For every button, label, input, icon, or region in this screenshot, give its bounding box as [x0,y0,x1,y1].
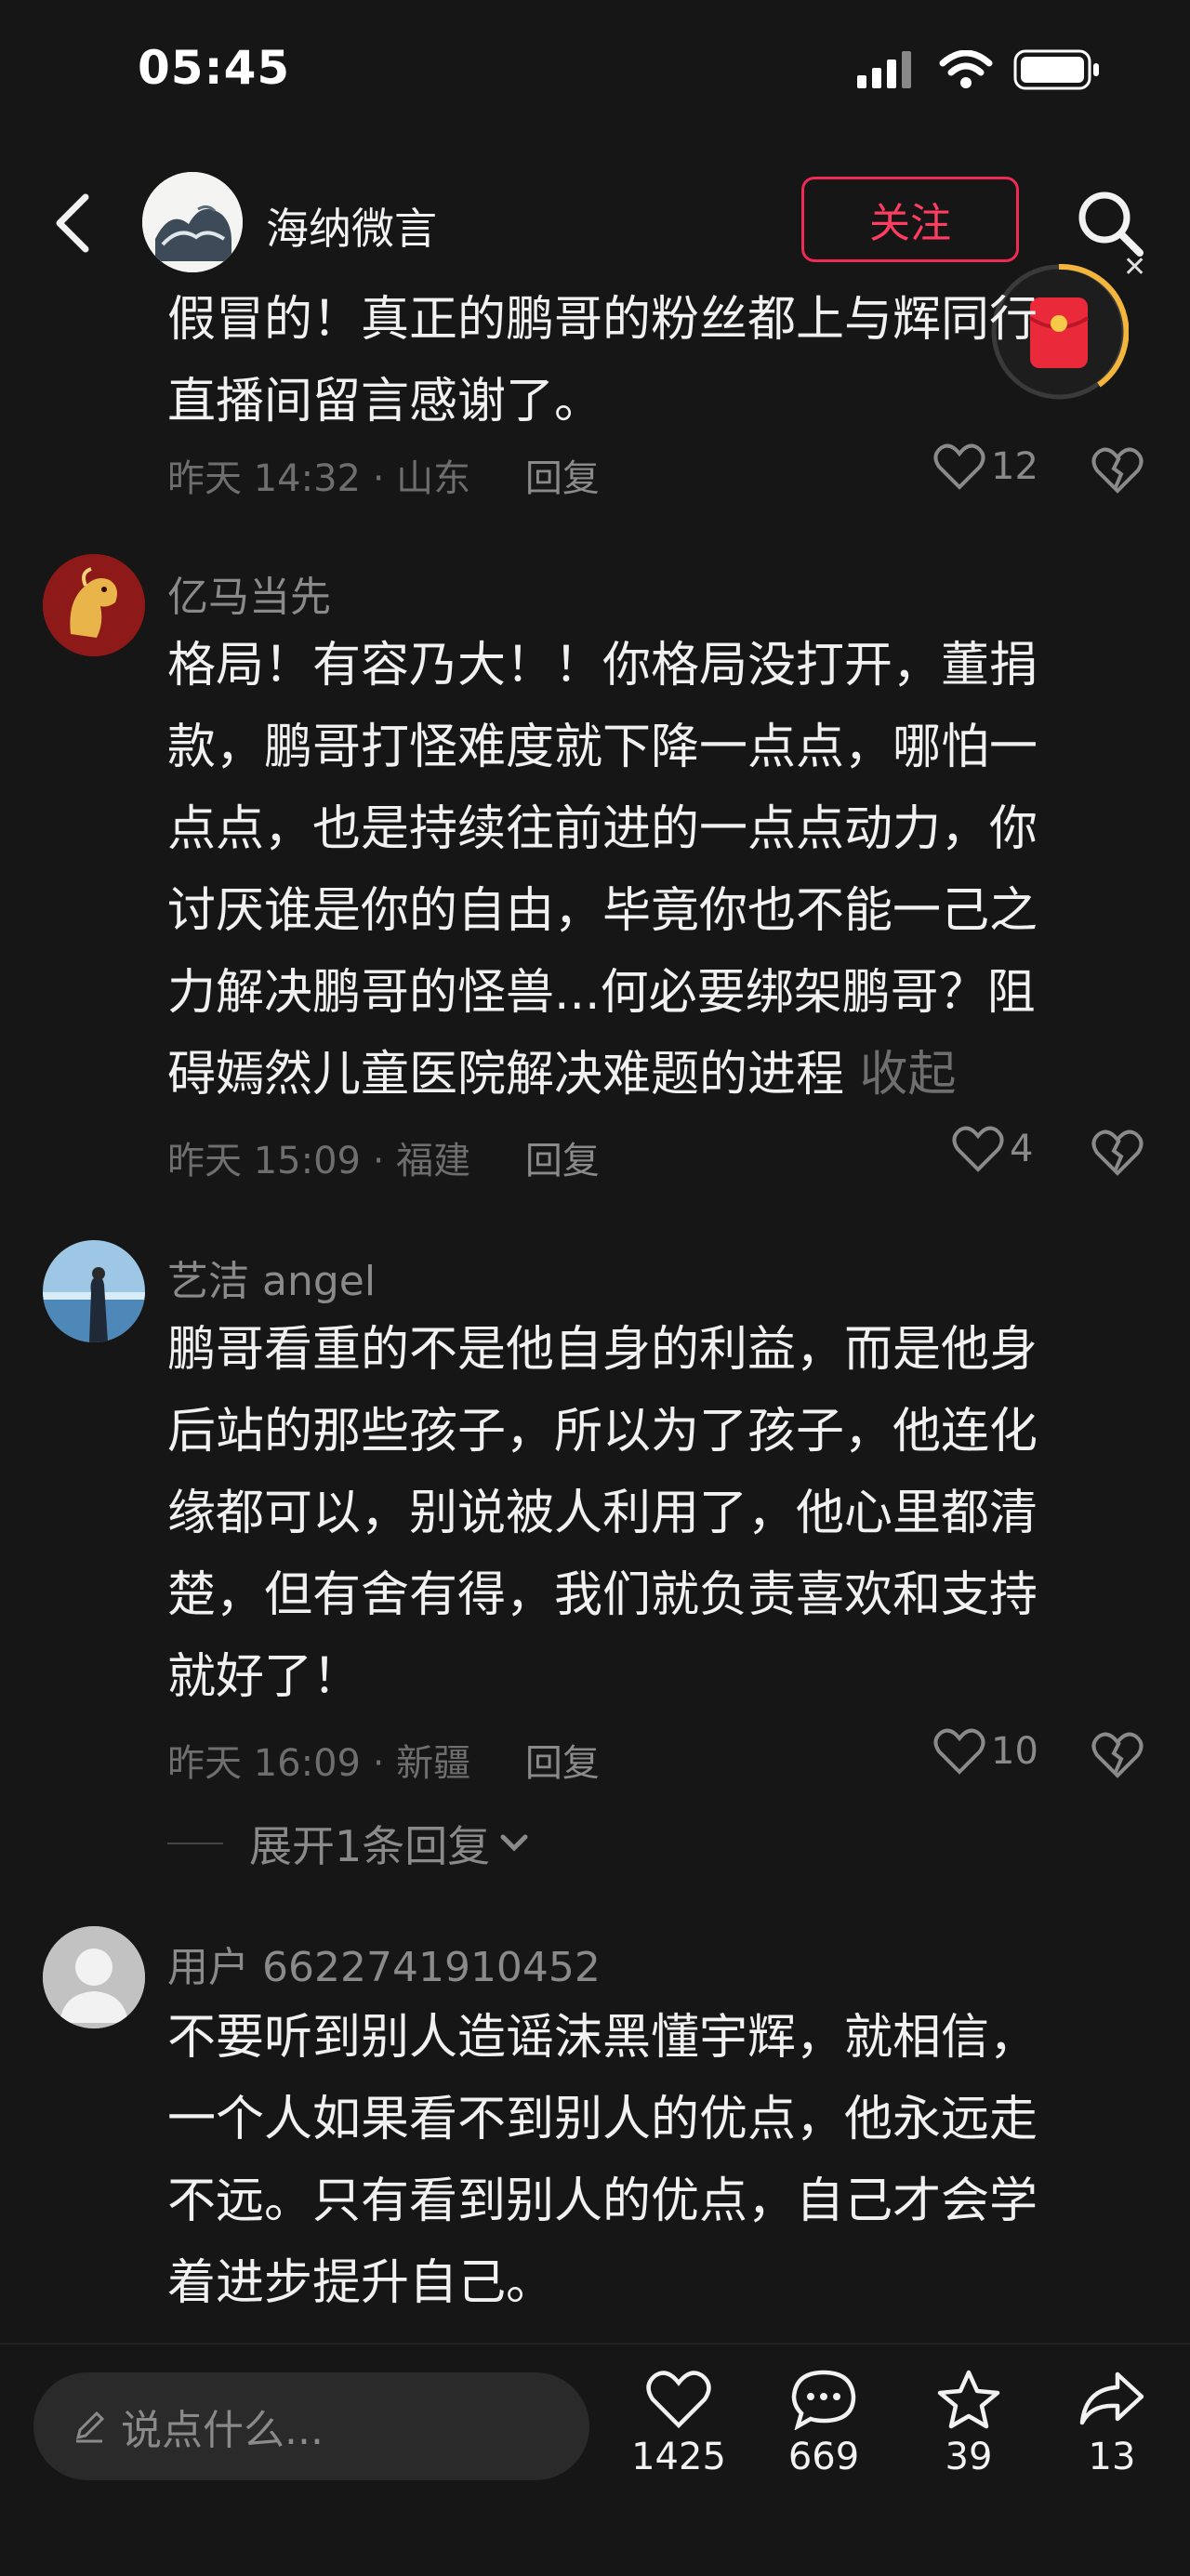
status-time: 05:45 [138,41,291,95]
like-action[interactable]: 1425 [623,2369,734,2478]
favorite-action[interactable]: 39 [913,2369,1025,2478]
comment-username[interactable]: 艺洁 angel [167,1248,376,1307]
broken-heart-icon[interactable] [1091,444,1144,496]
comment-like-button[interactable]: 10 [933,1727,1038,1776]
like-total: 1425 [631,2436,726,2478]
share-action[interactable]: 13 [1056,2369,1168,2478]
comment-text: 鹏哥看重的不是他自身的利益，而是他身 后站的那些孩子，所以为了孩子，他连化 缘都… [167,1309,1134,1718]
comment-text-line: 款，鹏哥打怪难度就下降一点点，哪怕一 [167,720,1038,775]
reply-button[interactable]: 回复 [525,457,600,500]
comment-text-line: 不要听到别人造谣沫黑懂宇辉，就相信， [167,2010,1038,2066]
reply-button[interactable]: 回复 [525,1140,600,1182]
pen-icon [75,2411,105,2443]
comment-meta: 昨天 15:09 · 福建 回复 [167,1130,600,1184]
status-bar: 05:45 [0,0,1190,139]
comment-time-location: 昨天 15:09 · 福建 [167,1140,471,1182]
like-count: 12 [991,445,1038,488]
search-icon[interactable] [1073,186,1147,260]
broken-heart-icon[interactable] [1091,1127,1144,1179]
user-avatar[interactable] [43,1926,145,2028]
comment-like-button[interactable]: 12 [933,443,1038,491]
comment-text-line: 格局！有容乃大！！你格局没打开，董捐 [167,638,1038,694]
heart-icon [952,1126,1004,1172]
comment-username[interactable]: 亿马当先 [167,563,331,623]
chevron-down-icon [500,1834,528,1852]
share-total: 13 [1088,2436,1136,2478]
comment-input[interactable]: 说点什么... [33,2372,589,2480]
comment-text-line: 讨厌谁是你的自由，毕竟你也不能一己之 [167,883,1038,939]
bottom-action-bar: 说点什么... 1425 669 39 13 [0,2343,1190,2576]
status-icons [857,46,1101,93]
heart-icon [933,1728,985,1775]
like-count: 4 [1010,1128,1034,1170]
collapse-button[interactable]: 收起 [860,1047,957,1103]
broken-heart-icon[interactable] [1091,1729,1144,1781]
user-avatar[interactable] [43,1240,145,1342]
like-count: 10 [991,1730,1038,1773]
favorite-total: 39 [945,2436,993,2478]
comment-text-line: 楚，但有舍有得，我们就负责喜欢和支持 [167,1567,1038,1623]
comment-meta: 昨天 16:09 · 新疆 回复 [167,1733,600,1787]
reply-button[interactable]: 回复 [525,1742,600,1785]
comment-text-line: 直播间留言感谢了。 [167,374,603,429]
wifi-icon [939,50,993,88]
comment-text: 不要听到别人造谣沫黑懂宇辉，就相信， 一个人如果看不到别人的优点，他永远走 不远… [167,1997,1134,2324]
comment-time-location: 昨天 16:09 · 新疆 [167,1742,471,1785]
comment-text-tail: 碍嫣然儿童医院解决难题的进程 [167,1047,845,1103]
user-avatar[interactable] [43,554,145,656]
comment-text-line: 点点，也是持续往前进的一点点动力，你 [167,801,1038,857]
comment-text-line: 缘都可以，别说被人利用了，他心里都清 [167,1486,1038,1541]
expand-replies-button[interactable]: 展开1条回复 [167,1813,533,1874]
comment-text-line: 力解决鹏哥的怪兽...何必要绑架鹏哥？阻 [167,965,1036,1021]
comment-action[interactable]: 669 [768,2369,879,2478]
signal-icon [857,51,911,88]
comment-text: 假冒的！真正的鹏哥的粉丝都上与辉同行 直播间留言感谢了。 [167,279,1134,443]
comment-meta: 昨天 14:32 · 山东 回复 [167,448,600,502]
comment-icon [791,2370,856,2431]
heart-icon [933,443,985,490]
share-icon [1079,2371,1144,2425]
comment-total: 669 [787,2436,860,2478]
comment-text: 格局！有容乃大！！你格局没打开，董捐 款，鹏哥打怪难度就下降一点点，哪怕一 点点… [167,625,1134,1116]
comment-text-line: 鹏哥看重的不是他自身的利益，而是他身 [167,1322,1038,1378]
follow-button[interactable]: 关注 [801,177,1019,262]
expand-divider [167,1843,223,1844]
heart-icon [646,2371,711,2429]
back-arrow-icon[interactable] [46,186,102,260]
channel-name[interactable]: 海纳微言 [266,195,437,257]
comment-time-location: 昨天 14:32 · 山东 [167,457,471,500]
star-icon [937,2370,1000,2429]
comment-text-line: 一个人如果看不到别人的优点，他永远走 [167,2092,1038,2147]
comment-text-line: 不远。只有看到别人的优点，自己才会学 [167,2173,1038,2229]
battery-icon [1013,49,1099,90]
expand-replies-label: 展开1条回复 [249,1821,491,1871]
comment-text-line: 后站的那些孩子，所以为了孩子，他连化 [167,1404,1038,1460]
comment-like-button[interactable]: 4 [952,1125,1033,1173]
comment-username[interactable]: 用户 6622741910452 [167,1934,601,1993]
comment-text-line: 就好了！ [167,1649,362,1705]
channel-avatar[interactable] [142,172,243,272]
comment-input-placeholder: 说点什么... [121,2407,324,2454]
comment-text-line: 着进步提升自己。 [167,2255,555,2311]
comment-text-line: 碍嫣然儿童医院解决难题的进程 收起 [167,1034,1134,1116]
comment-text-line: 假冒的！真正的鹏哥的粉丝都上与辉同行 [167,292,1038,348]
